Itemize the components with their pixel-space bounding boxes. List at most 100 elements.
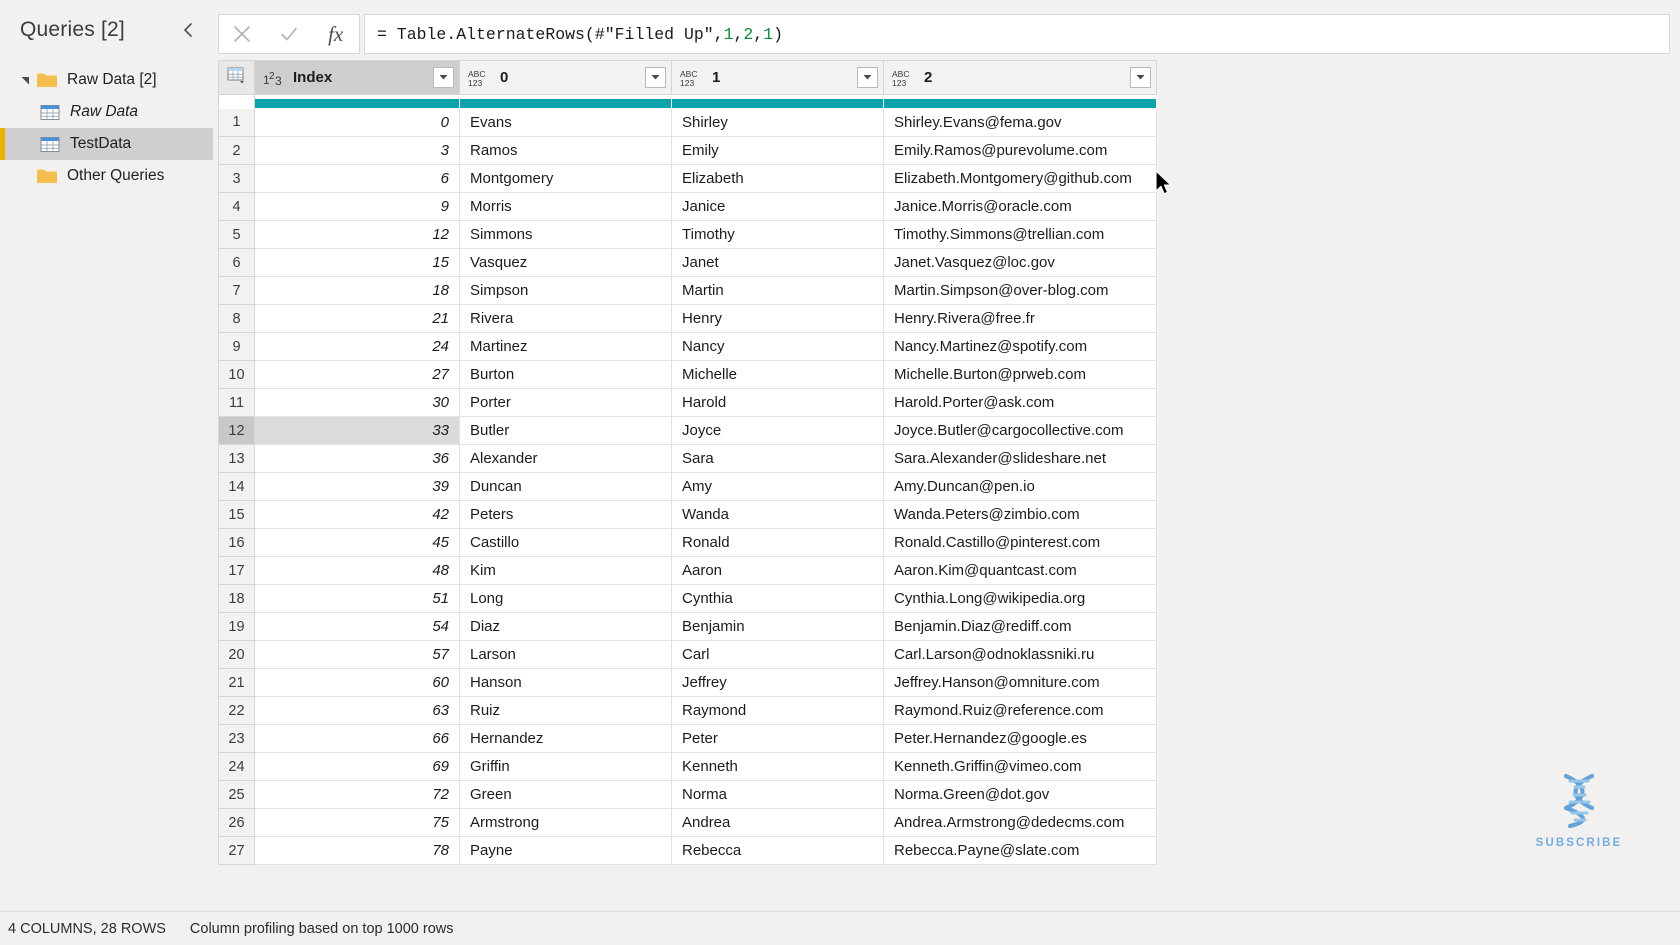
cell-c2[interactable]: Amy.Duncan@pen.io bbox=[883, 472, 1157, 501]
cell-index[interactable]: 78 bbox=[254, 836, 460, 865]
cell-c0[interactable]: Ramos bbox=[459, 136, 672, 165]
cell-c2[interactable]: Michelle.Burton@prweb.com bbox=[883, 360, 1157, 389]
cell-c0[interactable]: Armstrong bbox=[459, 808, 672, 837]
table-row[interactable]: 8 21 Rivera Henry Henry.Rivera@free.fr bbox=[218, 304, 1157, 333]
cell-c0[interactable]: Ruiz bbox=[459, 696, 672, 725]
close-icon[interactable] bbox=[219, 15, 266, 53]
row-number[interactable]: 22 bbox=[218, 696, 255, 725]
cell-c1[interactable]: Aaron bbox=[671, 556, 884, 585]
cell-index[interactable]: 18 bbox=[254, 276, 460, 305]
row-number[interactable]: 23 bbox=[218, 724, 255, 753]
row-number[interactable]: 20 bbox=[218, 640, 255, 669]
cell-index[interactable]: 3 bbox=[254, 136, 460, 165]
table-row[interactable]: 18 51 Long Cynthia Cynthia.Long@wikipedia.or… bbox=[218, 584, 1157, 613]
table-row[interactable]: 22 63 Ruiz Raymond Raymond.Ruiz@reference.co… bbox=[218, 696, 1157, 725]
cell-c0[interactable]: Montgomery bbox=[459, 164, 672, 193]
table-row[interactable]: 11 30 Porter Harold Harold.Porter@ask.com bbox=[218, 388, 1157, 417]
row-number[interactable]: 7 bbox=[218, 276, 255, 305]
cell-c0[interactable]: Green bbox=[459, 780, 672, 809]
table-row[interactable]: 4 9 Morris Janice Janice.Morris@oracle.com bbox=[218, 192, 1157, 221]
chevron-left-icon[interactable] bbox=[177, 19, 199, 41]
table-row[interactable]: 21 60 Hanson Jeffrey Jeffrey.Hanson@omniture… bbox=[218, 668, 1157, 697]
cell-c0[interactable]: Morris bbox=[459, 192, 672, 221]
row-number[interactable]: 19 bbox=[218, 612, 255, 641]
column-header-1[interactable]: ABC 123 1 bbox=[671, 60, 884, 95]
cell-c2[interactable]: Nancy.Martinez@spotify.com bbox=[883, 332, 1157, 361]
cell-c2[interactable]: Shirley.Evans@fema.gov bbox=[883, 108, 1157, 137]
cell-index[interactable]: 54 bbox=[254, 612, 460, 641]
cell-index[interactable]: 75 bbox=[254, 808, 460, 837]
cell-c0[interactable]: Hanson bbox=[459, 668, 672, 697]
cell-c1[interactable]: Harold bbox=[671, 388, 884, 417]
cell-c0[interactable]: Martinez bbox=[459, 332, 672, 361]
row-number[interactable]: 12 bbox=[218, 416, 255, 445]
row-number[interactable]: 25 bbox=[218, 780, 255, 809]
table-row[interactable]: 3 6 Montgomery Elizabeth Elizabeth.Montgomer… bbox=[218, 164, 1157, 193]
table-row[interactable]: 25 72 Green Norma Norma.Green@dot.gov bbox=[218, 780, 1157, 809]
cell-c0[interactable]: Vasquez bbox=[459, 248, 672, 277]
sidebar-group-raw-data[interactable]: Raw Data [2] bbox=[0, 64, 213, 96]
column-header-2[interactable]: ABC 123 2 bbox=[883, 60, 1157, 95]
cell-c1[interactable]: Timothy bbox=[671, 220, 884, 249]
row-number[interactable]: 11 bbox=[218, 388, 255, 417]
row-number[interactable]: 3 bbox=[218, 164, 255, 193]
cell-index[interactable]: 63 bbox=[254, 696, 460, 725]
table-row[interactable]: 15 42 Peters Wanda Wanda.Peters@zimbio.com bbox=[218, 500, 1157, 529]
column-filter-dropdown-2[interactable] bbox=[1130, 67, 1151, 88]
cell-c2[interactable]: Peter.Hernandez@google.es bbox=[883, 724, 1157, 753]
row-number[interactable]: 21 bbox=[218, 668, 255, 697]
cell-c1[interactable]: Peter bbox=[671, 724, 884, 753]
table-row[interactable]: 6 15 Vasquez Janet Janet.Vasquez@loc.gov bbox=[218, 248, 1157, 277]
cell-c0[interactable]: Simmons bbox=[459, 220, 672, 249]
cell-c2[interactable]: Janet.Vasquez@loc.gov bbox=[883, 248, 1157, 277]
cell-index[interactable]: 48 bbox=[254, 556, 460, 585]
cell-c2[interactable]: Henry.Rivera@free.fr bbox=[883, 304, 1157, 333]
cell-index[interactable]: 45 bbox=[254, 528, 460, 557]
formula-input[interactable]: = Table.AlternateRows(#"Filled Up", 1, 2, 1… bbox=[364, 14, 1670, 54]
cell-c0[interactable]: Peters bbox=[459, 500, 672, 529]
cell-c0[interactable]: Porter bbox=[459, 388, 672, 417]
cell-index[interactable]: 66 bbox=[254, 724, 460, 753]
cell-index[interactable]: 36 bbox=[254, 444, 460, 473]
table-row[interactable]: 9 24 Martinez Nancy Nancy.Martinez@spotify.c… bbox=[218, 332, 1157, 361]
table-row[interactable]: 1 0 Evans Shirley Shirley.Evans@fema.gov bbox=[218, 108, 1157, 137]
table-row[interactable]: 12 33 Butler Joyce Joyce.Butler@cargocollect… bbox=[218, 416, 1157, 445]
row-number[interactable]: 10 bbox=[218, 360, 255, 389]
cell-index[interactable]: 51 bbox=[254, 584, 460, 613]
cell-c2[interactable]: Ronald.Castillo@pinterest.com bbox=[883, 528, 1157, 557]
cell-c2[interactable]: Cynthia.Long@wikipedia.org bbox=[883, 584, 1157, 613]
cell-c0[interactable]: Castillo bbox=[459, 528, 672, 557]
column-header-index[interactable]: 1 2 3 Index bbox=[254, 60, 460, 95]
cell-index[interactable]: 21 bbox=[254, 304, 460, 333]
cell-c0[interactable]: Kim bbox=[459, 556, 672, 585]
table-row[interactable]: 19 54 Diaz Benjamin Benjamin.Diaz@rediff.com bbox=[218, 612, 1157, 641]
cell-c0[interactable]: Hernandez bbox=[459, 724, 672, 753]
row-number[interactable]: 14 bbox=[218, 472, 255, 501]
table-row[interactable]: 10 27 Burton Michelle Michelle.Burton@prweb.… bbox=[218, 360, 1157, 389]
row-number[interactable]: 26 bbox=[218, 808, 255, 837]
cell-c1[interactable]: Janet bbox=[671, 248, 884, 277]
cell-index[interactable]: 12 bbox=[254, 220, 460, 249]
cell-c2[interactable]: Harold.Porter@ask.com bbox=[883, 388, 1157, 417]
cell-c0[interactable]: Griffin bbox=[459, 752, 672, 781]
table-row[interactable]: 17 48 Kim Aaron Aaron.Kim@quantcast.com bbox=[218, 556, 1157, 585]
cell-c1[interactable]: Cynthia bbox=[671, 584, 884, 613]
cell-c1[interactable]: Shirley bbox=[671, 108, 884, 137]
row-number[interactable]: 9 bbox=[218, 332, 255, 361]
sidebar-item-raw-data[interactable]: Raw Data bbox=[0, 96, 213, 128]
cell-index[interactable]: 15 bbox=[254, 248, 460, 277]
cell-c1[interactable]: Nancy bbox=[671, 332, 884, 361]
cell-c1[interactable]: Benjamin bbox=[671, 612, 884, 641]
cell-c1[interactable]: Janice bbox=[671, 192, 884, 221]
table-row[interactable]: 2 3 Ramos Emily Emily.Ramos@purevolume.com bbox=[218, 136, 1157, 165]
cell-c2[interactable]: Wanda.Peters@zimbio.com bbox=[883, 500, 1157, 529]
cell-c2[interactable]: Benjamin.Diaz@rediff.com bbox=[883, 612, 1157, 641]
cell-c2[interactable]: Sara.Alexander@slideshare.net bbox=[883, 444, 1157, 473]
row-number[interactable]: 4 bbox=[218, 192, 255, 221]
cell-index[interactable]: 42 bbox=[254, 500, 460, 529]
cell-index[interactable]: 6 bbox=[254, 164, 460, 193]
cell-c1[interactable]: Amy bbox=[671, 472, 884, 501]
check-icon[interactable] bbox=[266, 15, 313, 53]
cell-index[interactable]: 24 bbox=[254, 332, 460, 361]
cell-c2[interactable]: Rebecca.Payne@slate.com bbox=[883, 836, 1157, 865]
